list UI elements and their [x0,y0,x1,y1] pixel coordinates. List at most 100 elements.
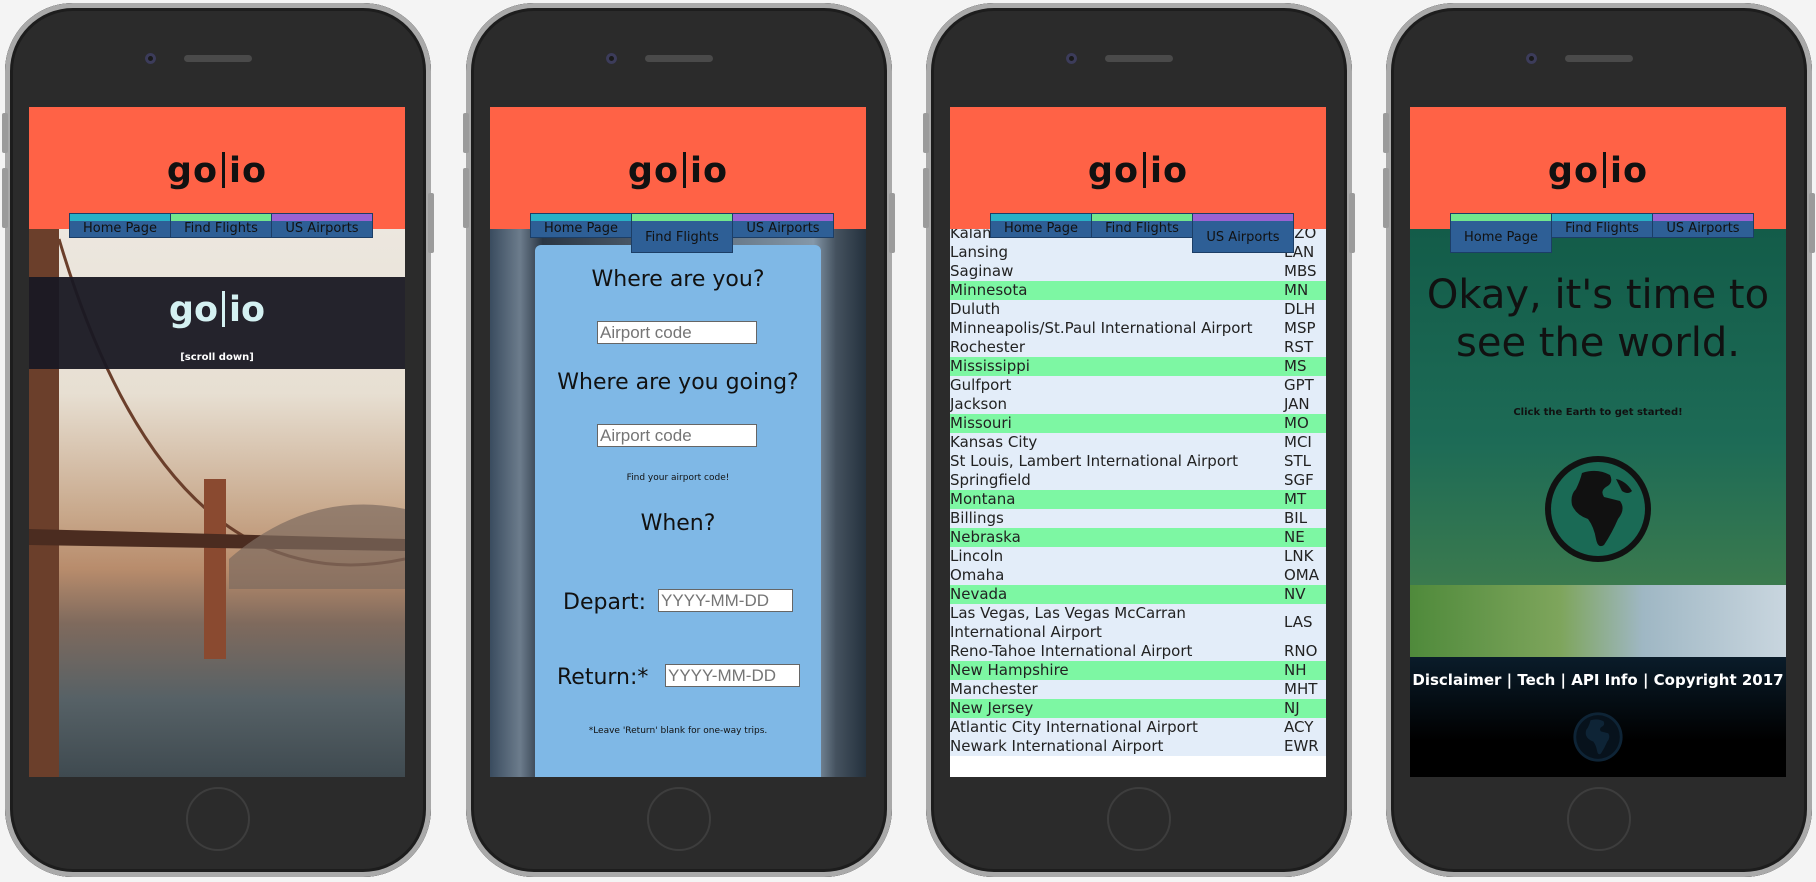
intro-logo: go io [168,290,266,330]
hero-headline: Okay, it's time to see the world. [1426,272,1770,366]
airport-list: Kalamazoo-Battle Creek International Air… [950,224,1326,756]
nav-airports-tab[interactable]: US Airports [1652,213,1754,238]
origin-input[interactable] [597,321,757,344]
nav-home-tab[interactable]: Home Page [990,213,1092,238]
home-button[interactable] [1567,787,1631,851]
airport-name: Kansas City [950,433,1038,451]
logo[interactable]: go io [29,151,405,191]
side-button [428,193,434,253]
airport-code: NJ [1284,699,1300,717]
nav-bar: Home Page Find Flights US Airports [1450,213,1754,253]
camera [606,53,617,64]
destination-input[interactable] [597,424,757,447]
airport-row: St Louis, Lambert International Airport S… [950,452,1326,471]
home-button[interactable] [186,787,250,851]
airport-name: Jackson [950,395,1008,413]
state-row: Missouri MO [950,414,1326,433]
airport-row: Springfield SGF [950,471,1326,490]
depart-label: Depart: [563,590,647,615]
airport-code: MBS [1284,262,1317,280]
airport-code: GPT [1284,376,1314,394]
return-note: *Leave 'Return' blank for one-way trips. [588,726,768,736]
intro-band: go io [scroll down] [29,277,405,369]
footer-links[interactable]: Disclaimer | Tech | API Info | Copyright… [1410,671,1786,689]
airport-row: Omaha OMA [950,566,1326,585]
state-row: Nebraska NE [950,528,1326,547]
nav-flights-tab[interactable]: Find Flights [1091,213,1193,238]
nav-airports-tab[interactable]: US Airports [732,213,834,238]
airport-row: Reno-Tahoe International Airport RNO [950,642,1326,661]
header: go io [29,107,405,229]
airport-name: Montana [950,490,1016,508]
airport-code: RST [1284,338,1314,356]
side-button [1383,113,1389,153]
nav-home-tab[interactable]: Home Page [1450,213,1552,253]
globe-icon[interactable] [1542,453,1654,565]
find-airport-code-link[interactable]: Find your airport code! [535,473,821,483]
airport-name: Nebraska [950,528,1021,546]
state-row: Mississippi MS [950,357,1326,376]
airport-name: Billings [950,509,1004,527]
airport-row: Jackson JAN [950,395,1326,414]
airport-code: LNK [1284,547,1314,565]
airport-row: Rochester RST [950,338,1326,357]
home-button[interactable] [1107,787,1171,851]
nav-flights-tab[interactable]: Find Flights [1551,213,1653,238]
nav-bar: Home Page Find Flights US Airports [990,213,1294,253]
screen-flights: Where are you? Where are you going? Find… [490,107,866,777]
airport-name: Duluth [950,300,1001,318]
state-row: Minnesota MN [950,281,1326,300]
cta-text: Click the Earth to get started! [1513,407,1683,418]
airport-name: Minnesota [950,281,1028,299]
airport-name: St Louis, Lambert International Airport [950,452,1239,470]
phone-frame-home: go io [scroll down] go io Home Page Find F… [2,3,434,877]
side-button [1349,193,1355,253]
airport-name: Saginaw [950,262,1014,280]
side-button [923,168,929,228]
header: go io [1410,107,1786,229]
airport-name: Omaha [950,566,1005,584]
airport-code: MCI [1284,433,1312,451]
screen-airports: Kalamazoo-Battle Creek International Air… [950,107,1326,777]
nav-airports-tab[interactable]: US Airports [271,213,373,238]
airport-code: LAS [1284,613,1313,631]
airport-row: Duluth DLH [950,300,1326,319]
footer-globe-icon [1573,712,1623,762]
side-button [1809,193,1815,253]
nav-flights-tab[interactable]: Find Flights [631,213,733,253]
airport-name: Manchester [950,680,1038,698]
nav-home-tab[interactable]: Home Page [69,213,171,238]
airport-code: BIL [1284,509,1308,527]
logo[interactable]: go io [490,151,866,191]
airport-code: NV [1284,585,1306,603]
airport-name: New Jersey [950,699,1034,717]
logo[interactable]: go io [950,151,1326,191]
airport-name: Minneapolis/St.Paul International Airpor… [950,319,1253,337]
bridge-tower-right [204,479,226,659]
nav-home-tab[interactable]: Home Page [530,213,632,238]
airport-code: NH [1284,661,1307,679]
screen-home: go io [scroll down] go io Home Page Find F… [29,107,405,777]
airport-code: JAN [1284,395,1310,413]
footer: Disclaimer | Tech | API Info | Copyright… [1410,657,1786,777]
state-row: New Jersey NJ [950,699,1326,718]
nav-flights-tab[interactable]: Find Flights [170,213,272,238]
home-button[interactable] [647,787,711,851]
airport-name: Gulfport [950,376,1012,394]
speaker [1105,55,1173,62]
nav-airports-tab[interactable]: US Airports [1192,213,1294,253]
airport-name: Missouri [950,414,1012,432]
airport-name: Lincoln [950,547,1004,565]
destination-heading: Where are you going? [557,370,799,395]
logo[interactable]: go io [1410,151,1786,191]
side-button [923,113,929,153]
flight-search-form: Where are you? Where are you going? Find… [535,245,821,777]
airport-name: Nevada [950,585,1008,603]
screen-explore: Okay, it's time to see the world. Click … [1410,107,1786,777]
airport-code: SGF [1284,471,1314,489]
depart-date-input[interactable] [658,589,793,612]
return-label: Return:* [557,665,649,690]
airport-code: EWR [1284,737,1319,755]
airport-code: MN [1284,281,1309,299]
return-date-input[interactable] [665,664,800,687]
